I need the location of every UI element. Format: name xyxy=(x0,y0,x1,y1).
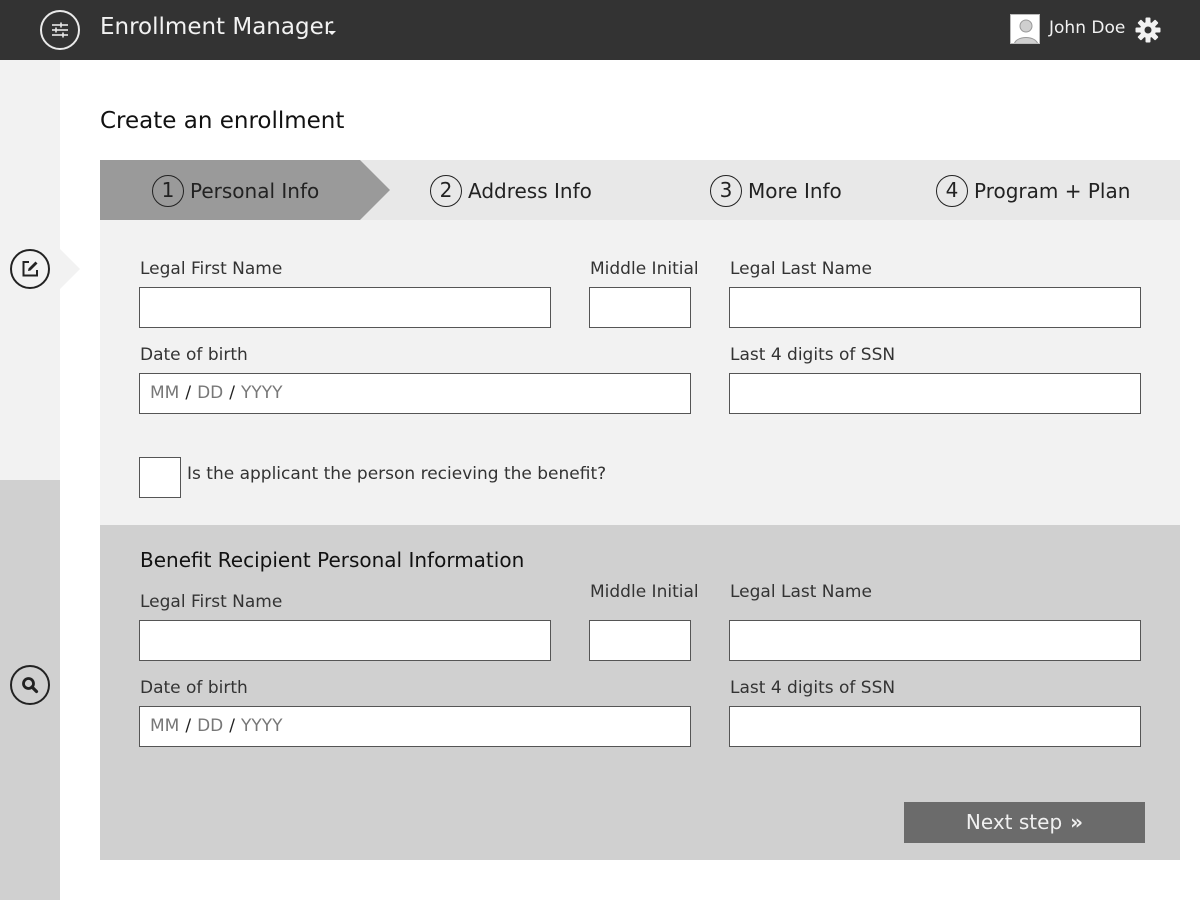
app-title[interactable]: Enrollment Manager xyxy=(100,14,333,40)
recipient-ssn-input[interactable] xyxy=(729,706,1141,747)
dob-day-placeholder: DD xyxy=(197,383,224,403)
menu-button[interactable] xyxy=(40,10,80,50)
step-number: 1 xyxy=(152,175,184,207)
step-program-plan[interactable]: 4 Program + Plan xyxy=(936,175,1130,207)
gear-icon[interactable] xyxy=(1134,16,1162,44)
applicant-is-recipient-label[interactable]: Is the applicant the person recieving th… xyxy=(187,464,606,484)
dob-separator: / xyxy=(229,716,235,736)
step-label: More Info xyxy=(748,179,842,203)
dob-month-placeholder: MM xyxy=(150,383,180,403)
step-label: Personal Info xyxy=(190,179,320,203)
recipient-last-name-input[interactable] xyxy=(729,620,1141,661)
rail-edit-button[interactable] xyxy=(10,249,50,289)
caret-down-icon[interactable] xyxy=(328,31,336,35)
recipient-dob-input[interactable]: MM / DD / YYYY xyxy=(139,706,691,747)
user-name[interactable]: John Doe xyxy=(1049,18,1125,38)
dob-year-placeholder: YYYY xyxy=(241,383,283,403)
edit-icon xyxy=(22,261,38,277)
recipient-first-name-input[interactable] xyxy=(139,620,551,661)
top-bar: Enrollment Manager John Doe xyxy=(0,0,1200,60)
step-more-info[interactable]: 3 More Info xyxy=(710,175,842,207)
applicant-middle-initial-label: Middle Initial xyxy=(590,259,699,279)
recipient-dob-label: Date of birth xyxy=(140,678,248,698)
rail-active-pointer xyxy=(60,249,80,289)
next-step-label: Next step xyxy=(965,810,1063,834)
sliders-icon xyxy=(52,22,68,38)
applicant-last-name-label: Legal Last Name xyxy=(730,259,872,279)
rail-search-button[interactable] xyxy=(10,665,50,705)
stepper: 1 Personal Info 2 Address Info 3 More Info … xyxy=(100,160,1180,220)
active-step-arrow xyxy=(360,160,390,220)
step-address-info[interactable]: 2 Address Info xyxy=(430,175,592,207)
recipient-middle-initial-input[interactable] xyxy=(589,620,691,661)
applicant-first-name-label: Legal First Name xyxy=(140,259,283,279)
dob-separator: / xyxy=(229,383,235,403)
dob-day-placeholder: DD xyxy=(197,716,224,736)
applicant-dob-label: Date of birth xyxy=(140,345,248,365)
applicant-first-name-input[interactable] xyxy=(139,287,551,328)
dob-month-placeholder: MM xyxy=(150,716,180,736)
applicant-ssn-label: Last 4 digits of SSN xyxy=(730,345,896,365)
dob-separator: / xyxy=(185,383,192,403)
double-chevron-right-icon: » xyxy=(1070,810,1084,834)
applicant-middle-initial-input[interactable] xyxy=(589,287,691,328)
applicant-last-name-input[interactable] xyxy=(729,287,1141,328)
step-number: 3 xyxy=(710,175,742,207)
next-step-button[interactable]: Next step » xyxy=(904,802,1145,843)
applicant-is-recipient-checkbox[interactable] xyxy=(139,457,181,498)
user-avatar-icon[interactable] xyxy=(1010,14,1040,44)
recipient-middle-initial-label: Middle Initial xyxy=(590,582,699,602)
dob-separator: / xyxy=(185,716,192,736)
search-icon xyxy=(22,677,39,694)
recipient-last-name-label: Legal Last Name xyxy=(730,582,872,602)
step-label: Program + Plan xyxy=(974,179,1131,203)
step-label: Address Info xyxy=(468,179,592,203)
step-personal-info[interactable]: 1 Personal Info xyxy=(152,175,319,207)
recipient-ssn-label: Last 4 digits of SSN xyxy=(730,678,896,698)
recipient-section-title: Benefit Recipient Personal Information xyxy=(140,548,525,572)
applicant-ssn-input[interactable] xyxy=(729,373,1141,414)
recipient-first-name-label: Legal First Name xyxy=(140,592,283,612)
dob-year-placeholder: YYYY xyxy=(241,716,283,736)
page-title: Create an enrollment xyxy=(100,108,345,134)
applicant-dob-input[interactable]: MM / DD / YYYY xyxy=(139,373,691,414)
step-number: 2 xyxy=(430,175,462,207)
step-number: 4 xyxy=(936,175,968,207)
